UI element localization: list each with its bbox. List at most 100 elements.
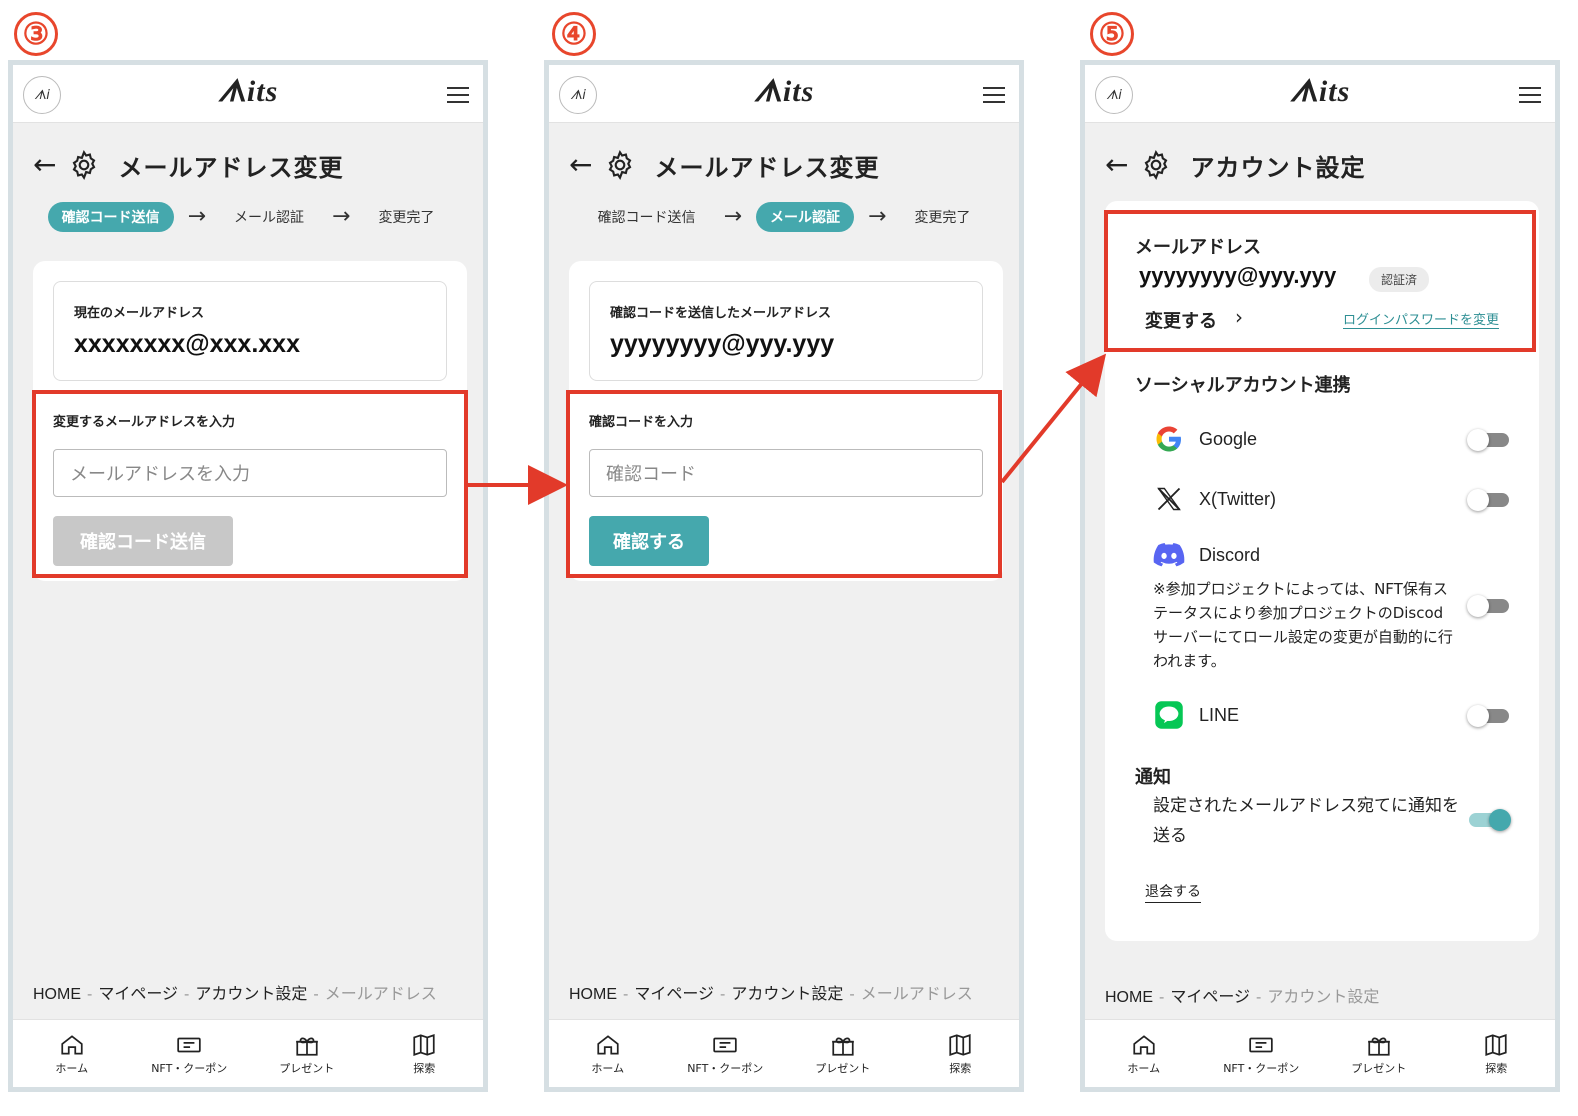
step-arrow-icon: → xyxy=(332,204,351,229)
discord-icon xyxy=(1153,539,1185,571)
sent-email-box: 確認コードを送信したメールアドレス yyyyyyyy@yyy.yyy xyxy=(589,281,983,381)
app-logo[interactable]: ᗑits xyxy=(13,75,483,109)
app-header: ᗑi ᗑits xyxy=(13,65,483,123)
bottom-nav: ホーム NFT・クーポン プレゼント 探索 xyxy=(13,1019,483,1087)
progress-stepper: 確認コード送信 → メール認証 → 変更完了 xyxy=(549,201,1019,233)
bottom-nav: ホーム NFT・クーポン プレゼント 探索 xyxy=(549,1019,1019,1087)
hamburger-menu-icon[interactable] xyxy=(983,87,1005,103)
hamburger-menu-icon[interactable] xyxy=(447,87,469,103)
app-logo[interactable]: ᗑits xyxy=(549,75,1019,109)
map-icon xyxy=(1485,1033,1507,1056)
x-twitter-icon xyxy=(1153,483,1185,515)
gear-icon xyxy=(73,150,96,180)
step-email-verify: メール認証 xyxy=(756,202,854,232)
sent-email-label: 確認コードを送信したメールアドレス xyxy=(610,306,832,321)
step-arrow-icon: → xyxy=(723,204,742,229)
step-send-code: 確認コード送信 xyxy=(47,202,174,232)
breadcrumb-home[interactable]: HOME xyxy=(1105,989,1153,1006)
google-toggle[interactable] xyxy=(1467,429,1511,451)
x-twitter-toggle[interactable] xyxy=(1467,489,1511,511)
highlight-box-step5 xyxy=(1104,210,1536,352)
google-icon xyxy=(1153,423,1185,455)
breadcrumb-current: メールアドレス xyxy=(860,986,973,1003)
page-title-row: ← メールアドレス変更 xyxy=(33,145,343,185)
breadcrumb-mypage[interactable]: マイページ xyxy=(98,986,178,1003)
breadcrumb: HOME - マイページ - アカウント設定 - メールアドレス xyxy=(33,986,437,1003)
gear-icon xyxy=(609,150,632,180)
social-name: Discord xyxy=(1199,544,1261,565)
notify-section-title: 通知 xyxy=(1135,767,1171,788)
gift-icon xyxy=(831,1037,854,1056)
nav-home[interactable]: ホーム xyxy=(553,1032,663,1076)
progress-stepper: 確認コード送信 → メール認証 → 変更完了 xyxy=(13,201,483,233)
social-google-row: Google xyxy=(1153,423,1511,455)
notify-description: 設定されたメールアドレス宛てに通知を送る xyxy=(1153,796,1459,846)
breadcrumb-current: アカウント設定 xyxy=(1267,989,1380,1006)
step-email-verify: メール認証 xyxy=(234,210,304,226)
back-arrow-icon[interactable]: ← xyxy=(569,151,592,179)
sent-email-value: yyyyyyyy@yyy.yyy xyxy=(610,330,835,358)
step-send-code: 確認コード送信 xyxy=(597,210,696,226)
gift-icon xyxy=(295,1037,318,1056)
social-line-row: LINE xyxy=(1153,699,1511,731)
social-name: X(Twitter) xyxy=(1199,488,1277,509)
nav-nft-coupon[interactable]: NFT・クーポン xyxy=(1206,1032,1316,1076)
back-arrow-icon[interactable]: ← xyxy=(1105,151,1128,179)
nav-nft-coupon[interactable]: NFT・クーポン xyxy=(670,1032,780,1076)
nav-nft-coupon[interactable]: NFT・クーポン xyxy=(134,1032,244,1076)
home-icon xyxy=(61,1034,83,1055)
nav-explore[interactable]: 探索 xyxy=(905,1032,1015,1076)
breadcrumb-home[interactable]: HOME xyxy=(33,986,81,1003)
breadcrumb: HOME - マイページ - アカウント設定 xyxy=(1105,989,1380,1006)
social-name: LINE xyxy=(1199,704,1240,725)
breadcrumb-account[interactable]: アカウント設定 xyxy=(195,986,307,1003)
gear-icon xyxy=(1145,150,1168,180)
ticket-icon xyxy=(713,1037,737,1052)
step-number-5: ⑤ xyxy=(1090,12,1134,56)
social-section-title: ソーシャルアカウント連携 xyxy=(1135,375,1351,396)
current-email-box: 現在のメールアドレス xxxxxxxx@xxx.xxx xyxy=(53,281,447,381)
back-arrow-icon[interactable]: ← xyxy=(33,151,56,179)
current-email-label: 現在のメールアドレス xyxy=(74,306,205,321)
ticket-icon xyxy=(1249,1037,1273,1052)
page-title-row: ← アカウント設定 xyxy=(1105,145,1365,185)
step-number-4: ④ xyxy=(552,12,596,56)
app-logo[interactable]: ᗑits xyxy=(1085,75,1555,109)
breadcrumb-mypage[interactable]: マイページ xyxy=(1170,989,1250,1006)
page-title-row: ← メールアドレス変更 xyxy=(569,145,879,185)
breadcrumb-account[interactable]: アカウント設定 xyxy=(731,986,843,1003)
nav-present[interactable]: プレゼント xyxy=(788,1032,898,1076)
step-complete: 変更完了 xyxy=(914,210,971,226)
current-email-value: xxxxxxxx@xxx.xxx xyxy=(74,330,300,358)
social-name: Google xyxy=(1199,428,1258,449)
map-icon xyxy=(413,1033,435,1056)
nav-home[interactable]: ホーム xyxy=(1089,1032,1199,1076)
line-toggle[interactable] xyxy=(1467,705,1511,727)
notify-toggle[interactable] xyxy=(1467,809,1511,831)
gift-icon xyxy=(1367,1037,1390,1056)
nav-present[interactable]: プレゼント xyxy=(252,1032,362,1076)
app-header: ᗑi ᗑits xyxy=(1085,65,1555,123)
map-icon xyxy=(949,1033,971,1056)
ticket-icon xyxy=(177,1037,201,1052)
home-icon xyxy=(597,1034,619,1055)
breadcrumb-home[interactable]: HOME xyxy=(569,986,617,1003)
page-title: アカウント設定 xyxy=(1190,153,1366,182)
withdraw-link[interactable]: 退会する xyxy=(1145,881,1201,903)
highlight-box-step4 xyxy=(566,390,1002,578)
social-discord-row: Discord xyxy=(1153,539,1511,571)
discord-note: ※参加プロジェクトによっては、NFT保有ステータスにより参加プロジェクトのDis… xyxy=(1153,580,1453,670)
nav-explore[interactable]: 探索 xyxy=(369,1032,479,1076)
page-title: メールアドレス変更 xyxy=(118,153,344,182)
nav-explore[interactable]: 探索 xyxy=(1441,1032,1551,1076)
bottom-nav: ホーム NFT・クーポン プレゼント 探索 xyxy=(1085,1019,1555,1087)
app-header: ᗑi ᗑits xyxy=(549,65,1019,123)
page-title: メールアドレス変更 xyxy=(654,153,880,182)
nav-home[interactable]: ホーム xyxy=(17,1032,127,1076)
nav-present[interactable]: プレゼント xyxy=(1324,1032,1434,1076)
home-icon xyxy=(1133,1034,1155,1055)
step-arrow-icon: → xyxy=(187,204,206,229)
breadcrumb-mypage[interactable]: マイページ xyxy=(634,986,714,1003)
hamburger-menu-icon[interactable] xyxy=(1519,87,1541,103)
discord-toggle[interactable] xyxy=(1467,595,1511,617)
